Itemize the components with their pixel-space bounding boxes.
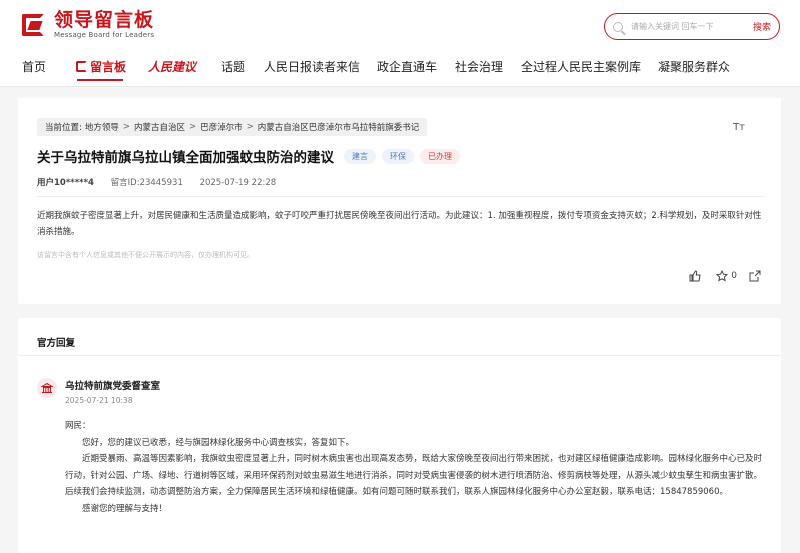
logo-title: 领导留言板	[54, 9, 155, 31]
breadcrumb: 当前位置: 地方领导 > 内蒙古自治区 > 巴彦淖尔市 > 内蒙古自治区巴彦淖尔…	[37, 118, 428, 136]
message-card: 当前位置: 地方领导 > 内蒙古自治区 > 巴彦淖尔市 > 内蒙古自治区巴彦淖尔…	[18, 98, 781, 304]
share-icon	[749, 270, 761, 282]
message-id: 留言ID:23445931	[110, 178, 183, 188]
reply-greeting: 网民：	[65, 421, 91, 431]
tag-environment: 环保	[382, 148, 414, 164]
nav-message-board-label: 留言板	[90, 60, 127, 74]
org-name: 乌拉特前旗党委督查室	[65, 381, 161, 392]
site-header: 领导留言板 Message Board for Leaders 搜索 首页 留言…	[0, 0, 800, 87]
official-reply-card: 官方回复 乌拉特前旗党委督查室 2025-07-21 10:38 网民： 您好，…	[18, 318, 781, 553]
reply-content: 网民： 您好，您的建议已收悉，经与旗园林绿化服务中心调查核实，答复如下。 近期受…	[65, 418, 765, 518]
font-size-toggle-icon[interactable]: Tт	[733, 122, 745, 133]
reply-org: 乌拉特前旗党委督查室 2025-07-21 10:38	[37, 378, 160, 405]
government-building-icon	[37, 378, 57, 398]
tag-suggestion: 建言	[344, 148, 376, 164]
message-board-icon	[76, 61, 87, 72]
reply-paragraph: 近期受暴雨、高温等因素影响，我旗蚊虫密度显著上升，同时树木病虫害也出现高发态势，…	[65, 454, 763, 498]
favorite-button[interactable]: 0	[716, 270, 737, 282]
breadcrumb-bayannur[interactable]: 巴彦淖尔市	[200, 121, 243, 133]
chevron-right-icon: >	[189, 122, 197, 132]
breadcrumb-label: 当前位置:	[45, 123, 82, 133]
reply-closing: 感谢您的理解与支持！	[82, 503, 168, 514]
nav-peoples-daily-letters[interactable]: 人民日报读者来信	[264, 58, 360, 75]
chevron-right-icon: >	[246, 122, 254, 132]
nav-democracy-cases[interactable]: 全过程人民民主案例库	[521, 58, 641, 75]
privacy-note: 该留言中含有个人信息或其他不便公开展示的内容，仅办理机构可见。	[37, 251, 254, 259]
title-row: 关于乌拉特前旗乌拉山镇全面加强蚊虫防治的建议 建言 环保 已办理	[37, 146, 460, 166]
message-body: 近期我旗蚊子密度显著上升，对居民健康和生活质量造成影响，蚊子叮咬严重打扰居民傍晚…	[37, 211, 762, 237]
nav-gov-enterprise[interactable]: 政企直通车	[377, 58, 437, 75]
site-logo[interactable]: 领导留言板 Message Board for Leaders	[22, 10, 154, 40]
search-input[interactable]	[631, 22, 741, 31]
message-user: 用户10*****4	[37, 178, 94, 188]
favorite-count: 0	[731, 271, 737, 281]
reply-paragraph: 您好，您的建议已收悉，经与旗园林绿化服务中心调查核实，答复如下。	[82, 437, 355, 448]
message-title: 关于乌拉特前旗乌拉山镇全面加强蚊虫防治的建议	[37, 150, 334, 166]
status-badge: 已办理	[420, 148, 460, 164]
nav-topics[interactable]: 话题	[221, 58, 245, 75]
thumbs-up-icon	[689, 270, 701, 282]
nav-social-governance[interactable]: 社会治理	[455, 58, 503, 75]
breadcrumb-inner-mongolia[interactable]: 内蒙古自治区	[134, 121, 185, 133]
chevron-right-icon: >	[122, 122, 131, 132]
divider	[18, 355, 781, 356]
nav-serve-masses[interactable]: 凝聚服务群众	[658, 58, 730, 75]
main-nav: 首页 留言板 人民建议 话题 人民日报读者来信 政企直通车 社会治理 全过程人民…	[0, 52, 800, 82]
logo-icon	[22, 12, 48, 38]
search-box: 搜索	[604, 13, 780, 40]
message-actions: 0	[689, 270, 761, 282]
official-reply-heading: 官方回复	[37, 338, 76, 349]
search-button[interactable]: 搜索	[753, 20, 771, 33]
org-info: 乌拉特前旗党委督查室 2025-07-21 10:38	[65, 378, 160, 405]
search-icon	[613, 21, 623, 32]
breadcrumb-secretary[interactable]: 内蒙古自治区巴彦淖尔市乌拉特前旗委书记	[258, 121, 420, 133]
message-meta: 用户10*****4 留言ID:23445931 2025-07-19 22:2…	[37, 176, 290, 188]
star-icon	[716, 270, 729, 282]
breadcrumb-local-leaders[interactable]: 地方领导	[85, 121, 119, 133]
divider	[37, 196, 765, 197]
nav-active-indicator	[77, 79, 123, 81]
nav-people-suggestions[interactable]: 人民建议	[148, 58, 196, 75]
header-divider	[0, 86, 800, 87]
logo-text: 领导留言板 Message Board for Leaders	[54, 10, 154, 40]
reply-date: 2025-07-21 10:38	[65, 396, 133, 405]
message-datetime: 2025-07-19 22:28	[199, 178, 277, 188]
logo-subtitle: Message Board for Leaders	[54, 31, 155, 39]
share-button[interactable]	[749, 270, 761, 282]
nav-message-board[interactable]: 留言板	[76, 58, 126, 75]
like-button[interactable]	[689, 270, 704, 282]
nav-home[interactable]: 首页	[22, 58, 46, 75]
